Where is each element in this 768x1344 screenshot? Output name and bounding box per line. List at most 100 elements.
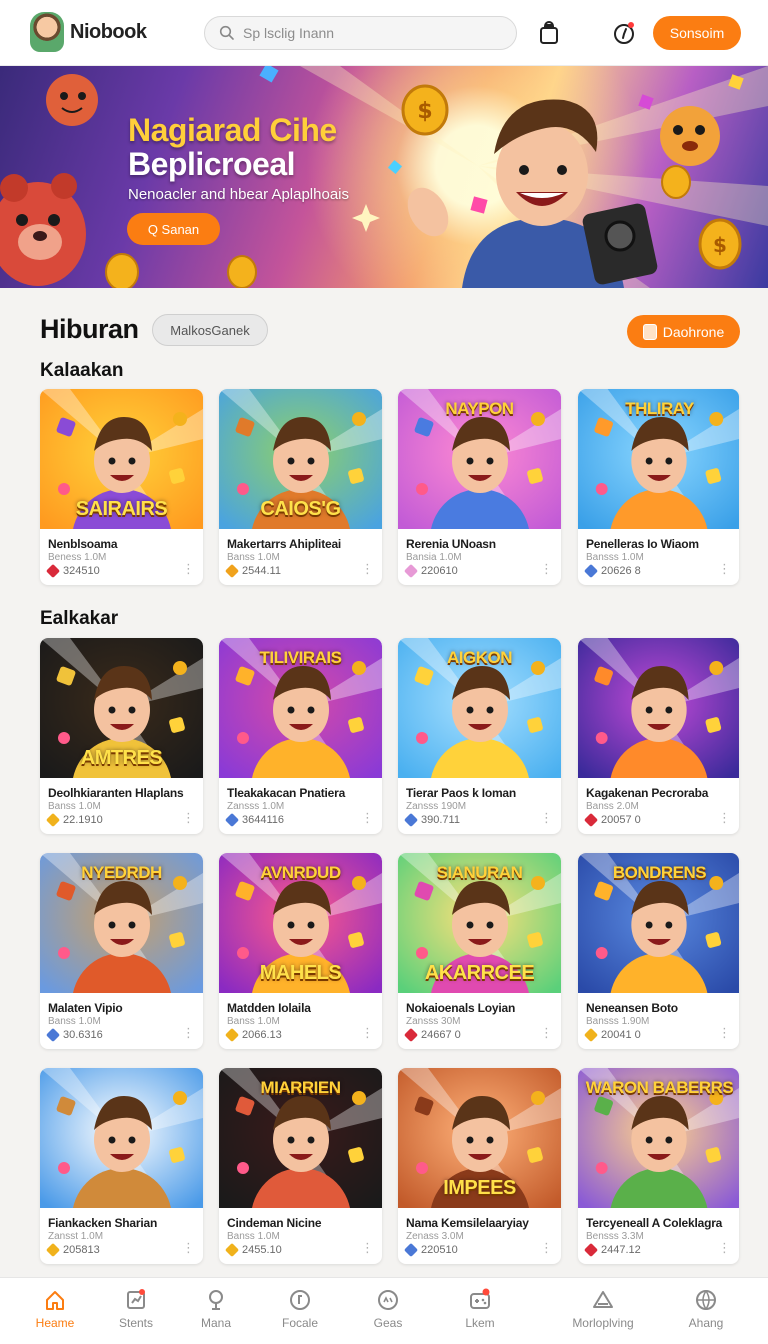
nav-item-label: Ahang [688, 1316, 724, 1330]
nav-item-gamepad[interactable]: Lkem [440, 1288, 520, 1330]
game-players: Banss 1.0M [227, 1016, 280, 1027]
game-thumbnail: THLIRAY [578, 389, 739, 529]
notification-icon[interactable] [612, 20, 636, 46]
more-options-icon[interactable]: ⋮ [540, 811, 553, 824]
game-thumbnail: SAIRAIRS [40, 389, 203, 529]
nav-item-gear[interactable]: Geas [348, 1288, 428, 1330]
game-thumbnail-title: BONDRENS [612, 863, 707, 882]
more-options-icon[interactable]: ⋮ [361, 1241, 374, 1254]
more-options-icon[interactable]: ⋮ [182, 1026, 195, 1039]
more-options-icon[interactable]: ⋮ [361, 562, 374, 575]
game-players: Zenass 3.0M [406, 1231, 464, 1242]
game-card[interactable]: CAIOS'G Makertarrs Ahipliteai Banss 1.0M… [219, 389, 382, 585]
game-card[interactable]: NAYPON Rerenia UNoasn Bansia 1.0M 220610… [398, 389, 561, 585]
game-stat: 3644116 [224, 812, 284, 828]
game-stat-value: 205813 [63, 1244, 100, 1256]
more-options-icon[interactable]: ⋮ [718, 811, 731, 824]
search-bar[interactable] [204, 16, 517, 50]
game-card[interactable]: SAIRAIRS Nenblsoama Beness 1.0M 324510 ⋮ [40, 389, 203, 585]
nav-item-pin[interactable]: Mana [176, 1288, 256, 1330]
game-card[interactable]: AMTRES Deolhkiaranten Hlaplans Banss 1.0… [40, 638, 203, 834]
game-thumbnail-caption: AKARRCEE [424, 962, 535, 984]
gem-icon [403, 1242, 419, 1258]
game-title: Rerenia UNoasn [406, 537, 496, 551]
more-options-icon[interactable]: ⋮ [182, 811, 195, 824]
game-stat-value: 22.1910 [63, 814, 103, 826]
nav-item-label: Morloplving [572, 1316, 634, 1330]
search-input[interactable] [243, 25, 503, 41]
game-thumbnail: AMTRES [40, 638, 203, 778]
gem-icon [224, 812, 240, 828]
game-thumbnail: IMPEES [398, 1068, 561, 1208]
hero-banner[interactable]: $ $ Nagiarad Cihe Beplicroeal Nenoacler … [0, 66, 768, 288]
game-card[interactable]: Kagakenan Pecroraba Banss 2.0M 20057 0 ⋮ [578, 638, 739, 834]
game-thumbnail: WARON BABERRS [578, 1068, 739, 1208]
game-thumbnail: CAIOS'G [219, 389, 382, 529]
game-card[interactable]: TILIVIRAIS Tleakakacan Pnatiera Zansss 1… [219, 638, 382, 834]
game-stat-value: 30.6316 [63, 1029, 103, 1041]
nav-item-ball[interactable]: Ahang [666, 1288, 746, 1330]
bag-icon[interactable] [537, 20, 561, 46]
hero-cta-button[interactable]: Q Sanan [127, 213, 220, 245]
game-stat: 220510 [403, 1242, 458, 1258]
game-card[interactable]: SIANURAN AKARRCEE Nokaioenals Loyian Zan… [398, 853, 561, 1049]
game-thumbnail: NAYPON [398, 389, 561, 529]
game-stat: 390.711 [403, 812, 460, 828]
game-card[interactable]: IMPEES Nama Kemsilelaaryiay Zenass 3.0M … [398, 1068, 561, 1264]
game-thumbnail: SIANURAN AKARRCEE [398, 853, 561, 993]
gem-icon [45, 1242, 61, 1258]
pin-icon [209, 1290, 223, 1310]
game-thumbnail: BONDRENS [578, 853, 739, 993]
game-stat: 20626 8 [583, 563, 641, 579]
game-card[interactable]: Fiankacken Sharian Zansst 1.0M 205813 ⋮ [40, 1068, 203, 1264]
more-options-icon[interactable]: ⋮ [718, 1241, 731, 1254]
logo[interactable]: Niobook [30, 10, 147, 54]
game-card[interactable]: THLIRAY Penelleras Io Wiaom Bansss 1.0M … [578, 389, 739, 585]
gem-icon [45, 1027, 61, 1043]
more-options-icon[interactable]: ⋮ [540, 1026, 553, 1039]
game-thumbnail: AVNRDUD MAHELS [219, 853, 382, 993]
game-stat-value: 220510 [421, 1244, 458, 1256]
more-options-icon[interactable]: ⋮ [361, 1026, 374, 1039]
more-options-icon[interactable]: ⋮ [718, 1026, 731, 1039]
game-players: Zansss 30M [406, 1016, 461, 1027]
focal-icon [290, 1290, 310, 1310]
signin-button[interactable]: Sonsoim [653, 16, 741, 50]
game-stat-value: 20057 0 [601, 814, 641, 826]
section-filter-pill[interactable]: MalkosGanek [152, 314, 268, 346]
nav-item-warning[interactable]: Morloplving [563, 1288, 643, 1330]
more-options-icon[interactable]: ⋮ [182, 1241, 195, 1254]
gem-icon [403, 563, 419, 579]
more-options-icon[interactable]: ⋮ [540, 1241, 553, 1254]
game-title: Kagakenan Pecroraba [586, 786, 709, 800]
game-players: Banss 1.0M [48, 1016, 101, 1027]
game-card[interactable]: WARON BABERRS Tercyeneall A Coleklagra B… [578, 1068, 739, 1264]
nav-item-label: Geas [373, 1316, 403, 1330]
game-stat: 20041 0 [583, 1027, 641, 1043]
nav-item-stats[interactable]: Stents [96, 1288, 176, 1330]
game-stat-value: 2455.10 [242, 1244, 282, 1256]
game-card[interactable]: MIARRIEN Cindeman Nicine Banss 1.0M 2455… [219, 1068, 382, 1264]
nav-item-home[interactable]: Heame [15, 1288, 95, 1330]
gem-icon [403, 1027, 419, 1043]
game-title: Cindeman Nicine [227, 1216, 322, 1230]
section-action-button[interactable]: Daohrone [627, 315, 740, 348]
more-options-icon[interactable]: ⋮ [361, 811, 374, 824]
more-options-icon[interactable]: ⋮ [718, 562, 731, 575]
game-card[interactable]: NYEDRDH Malaten Vipio Banss 1.0M 30.6316… [40, 853, 203, 1049]
game-card[interactable]: AIGKON Tierar Paos k Ioman Zansss 190M 3… [398, 638, 561, 834]
game-stat-value: 20041 0 [601, 1029, 641, 1041]
game-title: Nenblsoama [48, 537, 118, 551]
more-options-icon[interactable]: ⋮ [540, 562, 553, 575]
game-card[interactable]: BONDRENS Neneansen Boto Bansss 1.90M 200… [578, 853, 739, 1049]
game-title: Malaten Vipio [48, 1001, 123, 1015]
search-icon [219, 25, 234, 40]
nav-item-focal[interactable]: Focale [260, 1288, 340, 1330]
nav-item-label: Stents [118, 1316, 154, 1330]
gem-icon [224, 1242, 240, 1258]
gem-icon [224, 1027, 240, 1043]
hero-title-line2: Beplicroeal [128, 146, 296, 182]
more-options-icon[interactable]: ⋮ [182, 562, 195, 575]
game-card[interactable]: AVNRDUD MAHELS Matdden Iolaila Banss 1.0… [219, 853, 382, 1049]
game-thumbnail-title: NYEDRDH [81, 863, 162, 882]
